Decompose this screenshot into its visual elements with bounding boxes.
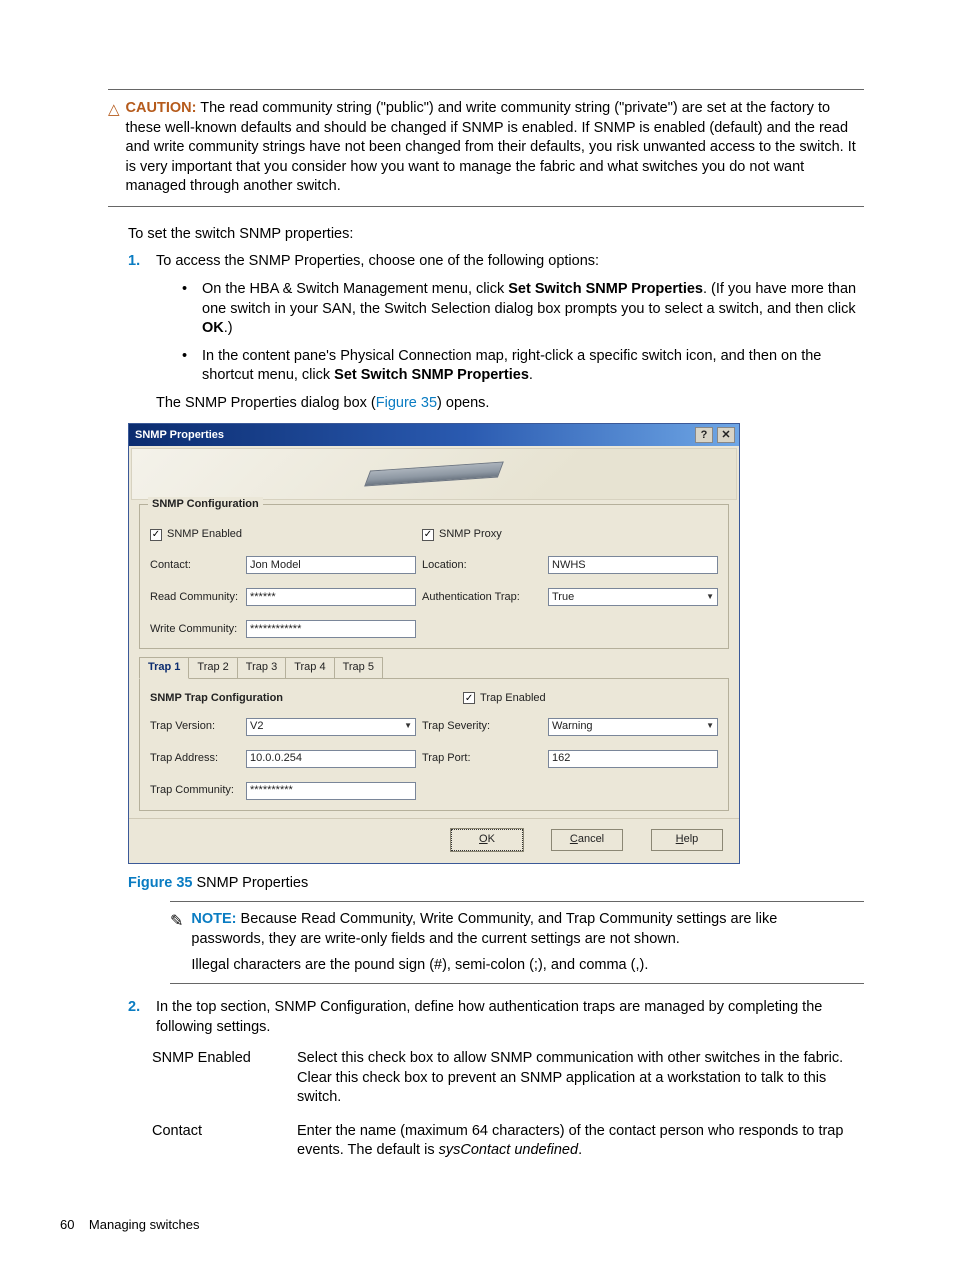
trap-config-title: SNMP Trap Configuration — [150, 691, 283, 706]
snmp-enabled-label: SNMP Enabled — [167, 527, 242, 542]
tab-trap5[interactable]: Trap 5 — [334, 657, 383, 679]
trap-enabled-label: Trap Enabled — [480, 691, 546, 706]
def-desc-snmp-enabled: Select this check box to allow SNMP comm… — [297, 1049, 864, 1108]
writecommunity-label: Write Community: — [150, 622, 240, 637]
tab-trap1[interactable]: Trap 1 — [139, 657, 189, 679]
trapversion-label: Trap Version: — [150, 719, 240, 734]
location-field[interactable]: NWHS — [548, 556, 718, 574]
location-label: Location: — [422, 558, 542, 573]
note-icon: ✎ — [170, 911, 183, 933]
step2-number: 2. — [128, 998, 146, 1037]
close-icon[interactable]: ✕ — [717, 427, 735, 443]
trapport-label: Trap Port: — [422, 751, 542, 766]
bullet-dot: • — [182, 280, 192, 339]
contact-field[interactable]: Jon Model — [246, 556, 416, 574]
bullet-dot: • — [182, 347, 192, 386]
snmp-config-group-title: SNMP Configuration — [148, 497, 263, 512]
figure-caption: Figure 35 SNMP Properties — [128, 874, 864, 894]
caution-text-block: CAUTION: The read community string ("pub… — [126, 99, 864, 197]
authtrap-dropdown[interactable]: True▼ — [548, 588, 718, 606]
def-desc-contact: Enter the name (maximum 64 characters) o… — [297, 1122, 864, 1161]
step1-closing: The SNMP Properties dialog box (Figure 3… — [156, 394, 864, 414]
trapseverity-label: Trap Severity: — [422, 719, 542, 734]
snmp-proxy-label: SNMP Proxy — [439, 527, 502, 542]
trapaddress-field[interactable]: 10.0.0.254 — [246, 750, 416, 768]
authtrap-label: Authentication Trap: — [422, 590, 542, 605]
trapaddress-label: Trap Address: — [150, 751, 240, 766]
ok-button[interactable]: OK — [451, 829, 523, 851]
chevron-down-icon: ▼ — [706, 592, 714, 603]
readcommunity-label: Read Community: — [150, 590, 240, 605]
step1-bullet2: In the content pane's Physical Connectio… — [202, 347, 864, 386]
snmp-proxy-checkbox[interactable]: ✓ — [422, 529, 434, 541]
trapcommunity-label: Trap Community: — [150, 783, 240, 798]
writecommunity-field[interactable]: ************ — [246, 620, 416, 638]
tab-trap3[interactable]: Trap 3 — [237, 657, 286, 679]
trapport-field[interactable]: 162 — [548, 750, 718, 768]
tab-trap2[interactable]: Trap 2 — [188, 657, 237, 679]
chevron-down-icon: ▼ — [404, 721, 412, 732]
dialog-banner — [131, 448, 737, 500]
caution-icon: △ — [108, 100, 120, 120]
page-footer: 60 Managing switches — [60, 1216, 199, 1234]
help-button[interactable]: Help — [651, 829, 723, 851]
trapversion-dropdown[interactable]: V2▼ — [246, 718, 416, 736]
help-titlebar-button[interactable]: ? — [695, 427, 713, 443]
snmp-enabled-checkbox[interactable]: ✓ — [150, 529, 162, 541]
trap-enabled-checkbox[interactable]: ✓ — [463, 692, 475, 704]
contact-label: Contact: — [150, 558, 240, 573]
tab-trap4[interactable]: Trap 4 — [285, 657, 334, 679]
step1-text: To access the SNMP Properties, choose on… — [156, 252, 864, 272]
trapcommunity-field[interactable]: ********** — [246, 782, 416, 800]
cancel-button[interactable]: Cancel — [551, 829, 623, 851]
intro-text: To set the switch SNMP properties: — [128, 225, 864, 245]
readcommunity-field[interactable]: ****** — [246, 588, 416, 606]
step1-number: 1. — [128, 252, 146, 413]
step1-bullet1: On the HBA & Switch Management menu, cli… — [202, 280, 864, 339]
step2-text: In the top section, SNMP Configuration, … — [156, 998, 864, 1037]
snmp-properties-dialog: SNMP Properties ? ✕ SNMP Configuration ✓… — [128, 423, 740, 864]
figure-link[interactable]: Figure 35 — [376, 395, 437, 411]
caution-label: CAUTION: — [126, 100, 197, 116]
switch-image — [364, 462, 504, 487]
note-body: NOTE: Because Read Community, Write Comm… — [191, 910, 844, 975]
def-term-contact: Contact — [152, 1122, 277, 1161]
def-term-snmp-enabled: SNMP Enabled — [152, 1049, 277, 1108]
caution-body: The read community string ("public") and… — [126, 100, 856, 194]
trapseverity-dropdown[interactable]: Warning▼ — [548, 718, 718, 736]
dialog-title: SNMP Properties — [135, 428, 691, 443]
chevron-down-icon: ▼ — [706, 721, 714, 732]
